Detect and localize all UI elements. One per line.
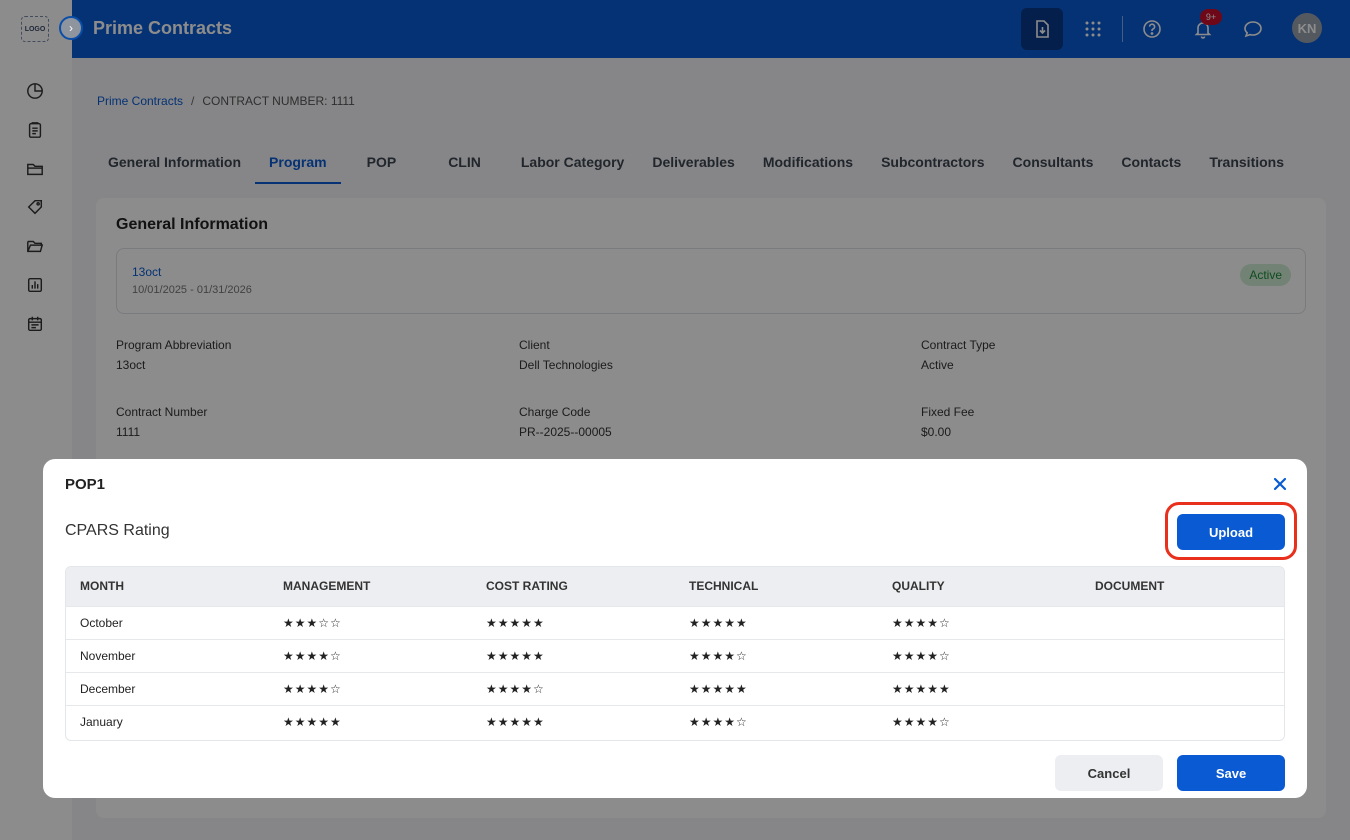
table-row: October ★★★☆☆ ★★★★★ ★★★★★ ★★★★☆: [66, 605, 1284, 639]
upload-button[interactable]: Upload: [1177, 514, 1285, 550]
document-cell: [1081, 638, 1284, 672]
quality-star-rating[interactable]: ★★★★☆: [892, 649, 951, 663]
technical-star-rating[interactable]: ★★★★★: [689, 616, 748, 630]
document-cell: [1081, 605, 1284, 639]
column-header-document: DOCUMENT: [1081, 567, 1284, 606]
quality-star-rating[interactable]: ★★★★☆: [892, 715, 951, 729]
management-star-rating[interactable]: ★★★★☆: [283, 682, 342, 696]
save-button[interactable]: Save: [1177, 755, 1285, 791]
cost-rating-star-rating[interactable]: ★★★★★: [486, 649, 545, 663]
month-cell: October: [66, 605, 269, 639]
cancel-button[interactable]: Cancel: [1055, 755, 1163, 791]
document-cell: [1081, 671, 1284, 705]
column-header-management: MANAGEMENT: [269, 567, 472, 606]
quality-star-rating[interactable]: ★★★★★: [892, 682, 951, 696]
document-cell: [1081, 704, 1284, 738]
cost-rating-star-rating[interactable]: ★★★★★: [486, 715, 545, 729]
cpars-rating-modal: POP1 CPARS Rating Upload MONTH MANAGEMEN…: [43, 459, 1307, 798]
table-row: November ★★★★☆ ★★★★★ ★★★★☆ ★★★★☆: [66, 638, 1284, 672]
cost-rating-star-rating[interactable]: ★★★★★: [486, 616, 545, 630]
column-header-quality: QUALITY: [878, 567, 1081, 606]
close-button[interactable]: [1271, 475, 1289, 493]
management-star-rating[interactable]: ★★★★☆: [283, 649, 342, 663]
management-star-rating[interactable]: ★★★☆☆: [283, 616, 342, 630]
technical-star-rating[interactable]: ★★★★☆: [689, 649, 748, 663]
quality-star-rating[interactable]: ★★★★☆: [892, 616, 951, 630]
cpars-rating-table: MONTH MANAGEMENT COST RATING TECHNICAL Q…: [65, 566, 1285, 741]
table-row: January ★★★★★ ★★★★★ ★★★★☆ ★★★★☆: [66, 704, 1284, 738]
column-header-cost-rating: COST RATING: [472, 567, 675, 606]
column-header-technical: TECHNICAL: [675, 567, 878, 606]
month-cell: November: [66, 638, 269, 672]
close-icon: [1273, 477, 1287, 491]
cost-rating-star-rating[interactable]: ★★★★☆: [486, 682, 545, 696]
technical-star-rating[interactable]: ★★★★★: [689, 682, 748, 696]
table-header-row: MONTH MANAGEMENT COST RATING TECHNICAL Q…: [66, 567, 1284, 606]
cpars-rating-title: CPARS Rating: [65, 522, 170, 539]
month-cell: December: [66, 671, 269, 705]
sidebar-collapse-button[interactable]: ›: [59, 16, 83, 40]
table-row: December ★★★★☆ ★★★★☆ ★★★★★ ★★★★★: [66, 671, 1284, 705]
column-header-month: MONTH: [66, 567, 269, 606]
month-cell: January: [66, 704, 269, 738]
management-star-rating[interactable]: ★★★★★: [283, 715, 342, 729]
technical-star-rating[interactable]: ★★★★☆: [689, 715, 748, 729]
modal-title: POP1: [65, 476, 106, 493]
